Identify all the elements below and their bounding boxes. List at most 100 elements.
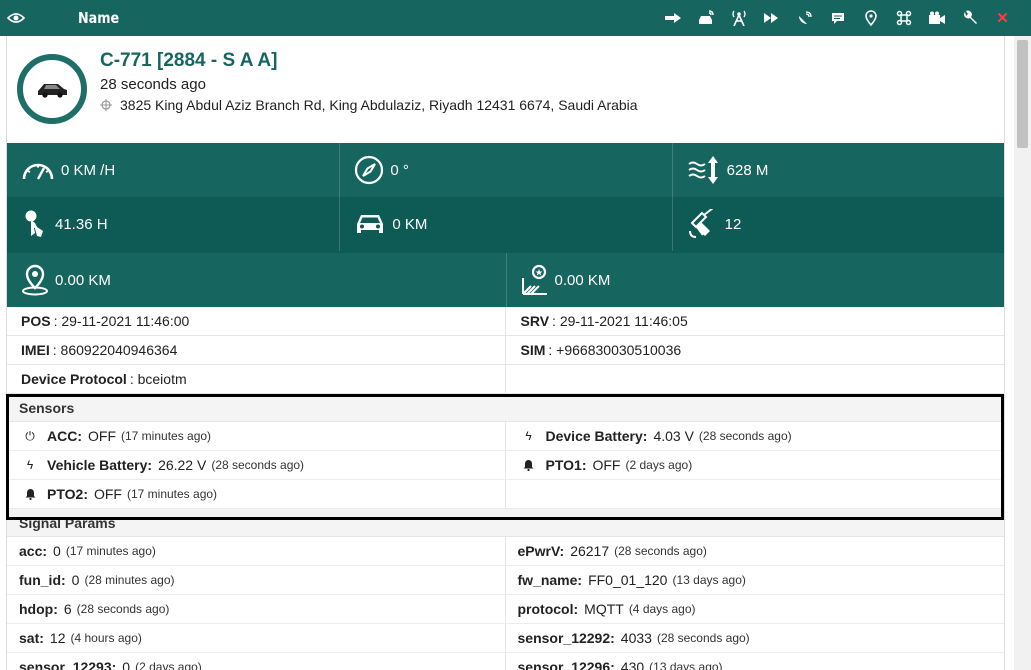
arrow-right-icon[interactable]: [656, 0, 689, 36]
param-value: 6: [63, 601, 72, 617]
speed-value: 0 KM /H: [61, 161, 116, 179]
scrollbar-thumb[interactable]: [1017, 40, 1028, 148]
odometer-stat: 0 KM: [339, 197, 671, 251]
bell-icon: [518, 459, 540, 471]
param-value: 12: [49, 630, 66, 646]
param-value: 26217: [570, 543, 610, 559]
poi-distance-value: 0.00 KM: [554, 271, 611, 289]
sensor-label: Device Battery:: [545, 428, 648, 444]
sensor-label: PTO2:: [47, 486, 88, 502]
sensor-acc: ⏻ ACC: OFF (17 minutes ago): [7, 422, 506, 450]
param-value: 0: [71, 572, 80, 588]
satellites-stat: 12: [671, 197, 1004, 251]
imei-label: IMEI: [21, 342, 50, 358]
map-pin-icon: [22, 264, 48, 296]
sensor-value: OFF: [592, 457, 621, 473]
stats-panel: 0 KM /H 0 ° 628 M 41.36 H 0 KM 12 0.00 K…: [7, 143, 1004, 307]
param-epwrv: ePwrV: 26217 (28 seconds ago): [506, 537, 1005, 565]
param-row: acc: 0 (17 minutes ago) ePwrV: 26217 (28 sec…: [7, 537, 1004, 566]
param-row: sensor_12293: 0 (2 days ago) sensor_12296:…: [7, 653, 1004, 670]
satellite-dish-icon[interactable]: [788, 0, 821, 36]
param-time: (28 seconds ago): [614, 544, 707, 558]
altitude-stat: 628 M: [671, 143, 1004, 197]
car-icon: [38, 84, 67, 98]
car-signal-icon[interactable]: [689, 0, 722, 36]
close-icon[interactable]: ✕: [986, 0, 1019, 36]
info-row: IMEI: 860922040946364 SIM: +966830030510…: [7, 336, 1004, 365]
window-title: Name: [78, 9, 120, 27]
param-time: (17 minutes ago): [65, 544, 156, 558]
speed-stat: 0 KM /H: [7, 143, 339, 197]
param-label: sat:: [19, 630, 44, 646]
empty-field: [506, 365, 1005, 393]
car-front-icon: [357, 215, 384, 233]
top-bar: Name ✕: [0, 0, 1031, 36]
location-pin-icon[interactable]: [854, 0, 887, 36]
odometer-value: 0 KM: [392, 215, 428, 233]
altitude-icon: [688, 156, 718, 184]
protocol-field: Device Protocol: bceiotm: [7, 365, 506, 393]
compass-icon: [355, 155, 384, 185]
fast-forward-icon[interactable]: [755, 0, 788, 36]
imei-field: IMEI: 860922040946364: [7, 336, 506, 364]
eye-icon[interactable]: [0, 0, 32, 36]
message-icon[interactable]: [821, 0, 854, 36]
sensor-label: ACC:: [47, 428, 82, 444]
param-value: 0: [122, 659, 131, 670]
satellite-icon: [688, 209, 713, 238]
wrench-icon[interactable]: [953, 0, 986, 36]
direction-stat: 0 °: [339, 143, 671, 197]
param-sensor-12296: sensor_12296: 430 (13 days ago): [506, 653, 1005, 670]
param-value: 430: [620, 659, 645, 670]
engine-hours-stat: 41.36 H: [7, 197, 339, 251]
param-sensor-12293: sensor_12293: 0 (2 days ago): [7, 653, 506, 670]
sensor-row: PTO2: OFF (17 minutes ago): [7, 480, 1004, 509]
param-label: fw_name:: [517, 572, 583, 588]
param-label: sensor_12296:: [517, 659, 615, 670]
address-text: 3825 King Abdul Aziz Branch Rd, King Abd…: [120, 97, 638, 113]
sim-label: SIM: [520, 342, 546, 358]
vehicle-avatar: [17, 54, 87, 124]
object-name: C-771 [2884 - S A A]: [100, 50, 278, 71]
sensor-row: ϟ Vehicle Battery: 26.22 V (28 seconds a…: [7, 451, 1004, 480]
param-sat: sat: 12 (4 hours ago): [7, 624, 506, 652]
sensor-value: OFF: [93, 486, 122, 502]
sim-field: SIM: +966830030510036: [506, 336, 1005, 364]
route-length-value: 0.00 KM: [55, 271, 111, 289]
signal-params-heading: Signal Params: [7, 509, 1004, 537]
object-header: C-771 [2884 - S A A] 28 seconds ago 3825…: [7, 36, 1004, 143]
pos-field: POS: 29-11-2021 11:46:00: [7, 307, 506, 335]
sensor-time: (28 seconds ago): [211, 458, 305, 472]
command-icon[interactable]: [887, 0, 920, 36]
param-value: 0: [53, 543, 61, 559]
param-time: (13 days ago): [672, 573, 746, 587]
bolt-icon: ϟ: [525, 429, 532, 443]
param-time: (28 seconds ago): [76, 602, 170, 616]
engine-key-icon: [25, 210, 43, 237]
param-acc: acc: 0 (17 minutes ago): [7, 537, 506, 565]
param-value: MQTT: [584, 601, 624, 617]
param-label: protocol:: [517, 601, 579, 617]
sensor-device-battery: ϟ Device Battery: 4.03 V (28 seconds ago…: [506, 422, 1005, 450]
protocol-value: : bceiotm: [129, 371, 187, 387]
sensor-label: Vehicle Battery:: [47, 457, 153, 473]
sensor-row: ⏻ ACC: OFF (17 minutes ago) ϟ Device Bat…: [7, 422, 1004, 451]
sensor-pto1: PTO1: OFF (2 days ago): [506, 451, 1005, 479]
engine-hours-value: 41.36 H: [55, 215, 108, 233]
toolbar-icons: ✕: [656, 0, 1019, 36]
param-label: sensor_12292:: [517, 630, 615, 646]
sensor-time: (2 days ago): [625, 458, 693, 472]
srv-label: SRV: [520, 313, 550, 329]
param-time: (4 hours ago): [70, 631, 142, 645]
srv-field: SRV: 29-11-2021 11:46:05: [506, 307, 1005, 335]
empty-field: [506, 480, 1005, 508]
tower-icon[interactable]: [722, 0, 755, 36]
param-label: sensor_12293:: [19, 659, 117, 670]
param-row: sat: 12 (4 hours ago) sensor_12292: 4033 (28…: [7, 624, 1004, 653]
camera-icon[interactable]: [920, 0, 953, 36]
param-label: ePwrV:: [517, 543, 565, 559]
imei-value: : 860922040946364: [52, 342, 178, 358]
param-value: FF0_01_120: [588, 572, 668, 588]
param-time: (2 days ago): [135, 660, 202, 670]
param-fw-name: fw_name: FF0_01_120 (13 days ago): [506, 566, 1005, 594]
